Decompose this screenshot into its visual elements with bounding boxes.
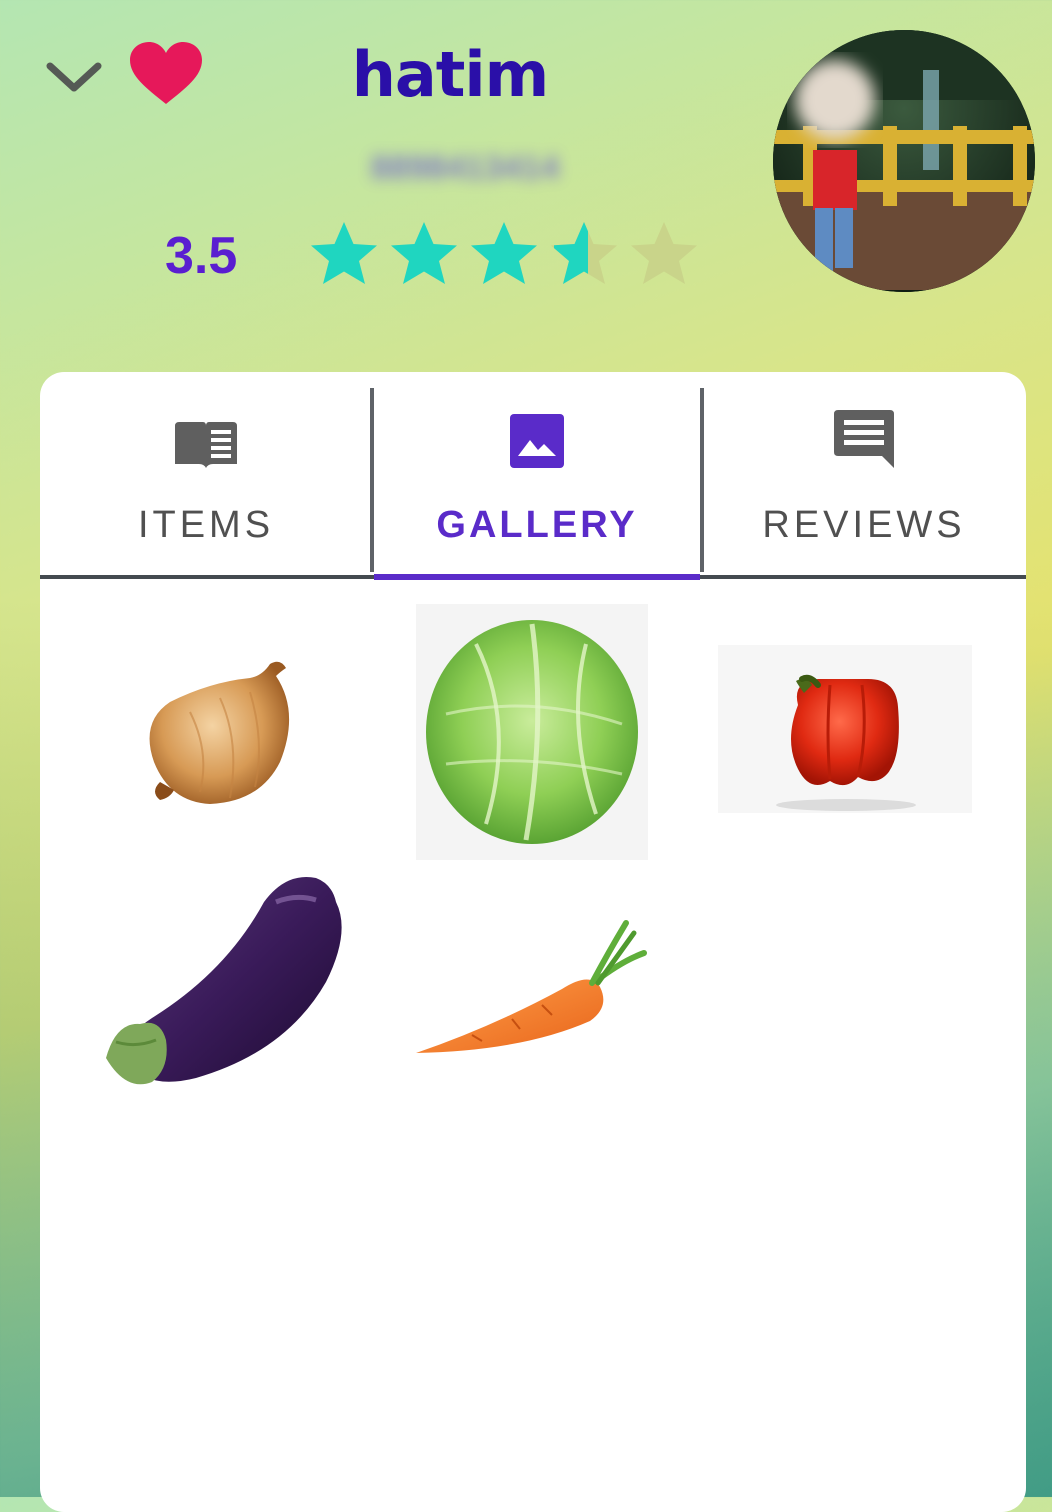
tab-items[interactable]: ITEMS (40, 372, 372, 577)
tab-reviews[interactable]: REVIEWS (702, 372, 1026, 577)
gallery-image-carrot[interactable] (412, 917, 652, 1067)
content-card: ITEMS GALLERY REVIEWS (40, 372, 1026, 1512)
star-icon (391, 222, 457, 284)
tab-gallery[interactable]: GALLERY (372, 372, 702, 577)
book-icon (175, 422, 237, 468)
rating-value: 3.5 (165, 227, 238, 285)
tab-label: REVIEWS (762, 504, 966, 546)
star-half-icon (551, 222, 617, 284)
tab-label: ITEMS (137, 504, 275, 546)
tab-divider (700, 388, 704, 572)
rating-stars (311, 222, 697, 284)
star-icon (311, 222, 377, 284)
chevron-down-icon[interactable] (42, 48, 106, 104)
active-tab-indicator (374, 574, 700, 580)
heart-icon[interactable] (126, 40, 206, 106)
gallery-image-cabbage[interactable] (416, 604, 648, 860)
tab-label: GALLERY (436, 504, 638, 546)
image-icon (510, 414, 564, 468)
vendor-phone: 8898413414 (370, 149, 560, 187)
tab-divider (370, 388, 374, 572)
comment-icon (834, 410, 894, 468)
gallery-image-red-bell-pepper[interactable] (718, 645, 972, 813)
star-empty-icon (631, 222, 697, 284)
vendor-name: hatim (351, 38, 549, 111)
gallery-image-eggplant[interactable] (96, 872, 356, 1102)
star-icon (471, 222, 537, 284)
gallery-image-onion[interactable] (130, 642, 310, 822)
avatar[interactable] (773, 30, 1035, 292)
